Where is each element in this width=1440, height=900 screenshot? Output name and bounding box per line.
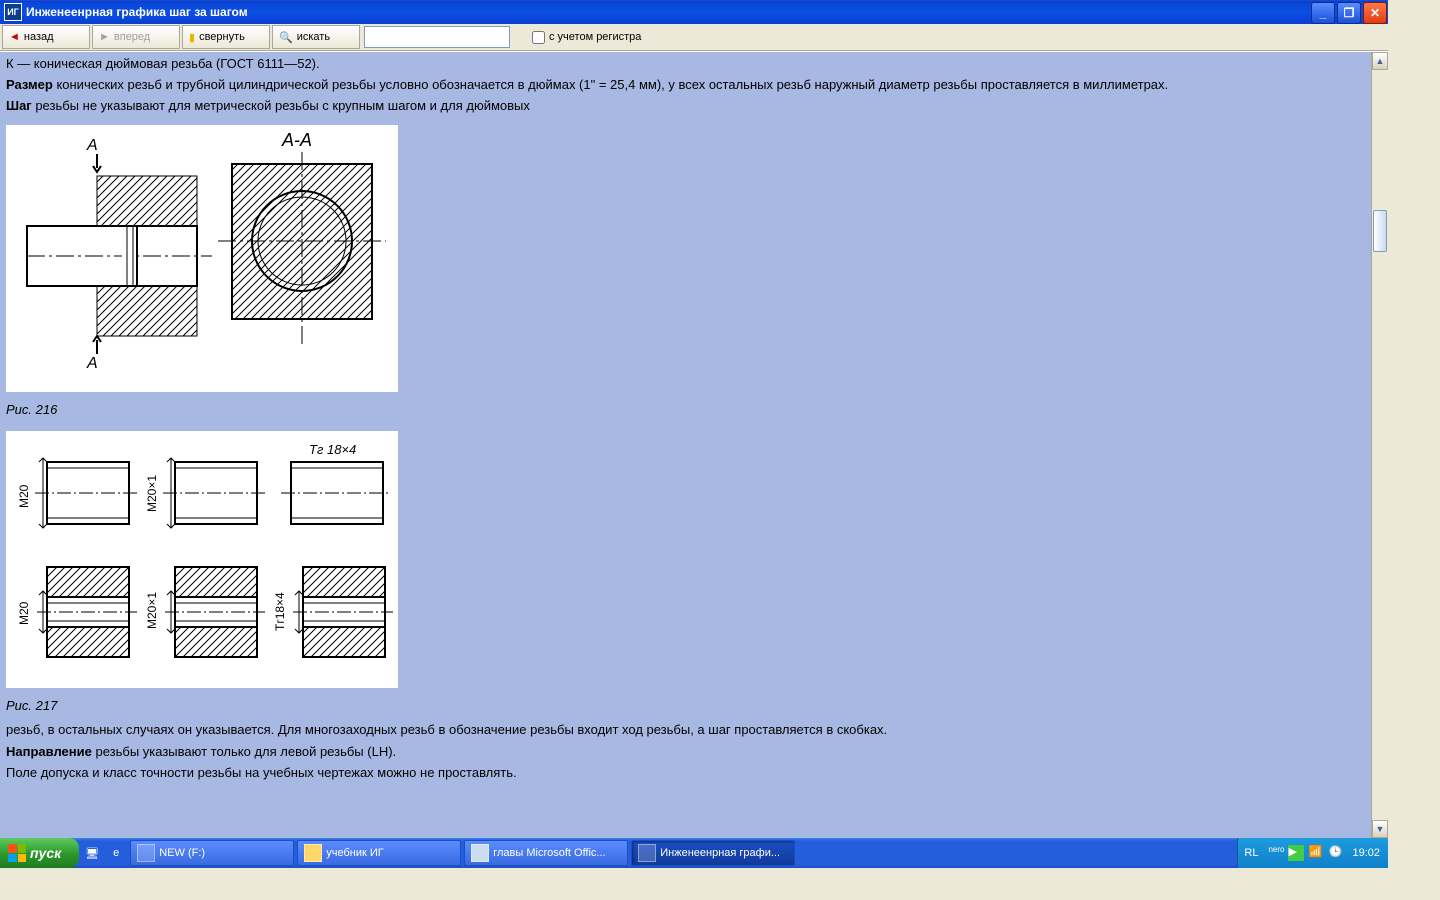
search-icon: 🔍 [279,31,293,44]
section-arrow-label: A [86,355,98,372]
quicklaunch-desktop-icon[interactable]: 🖥 [81,842,103,864]
back-arrow-icon: ◄ [9,31,20,43]
figure-caption: Рис. 216 [6,401,1366,419]
document-content: К — коническая дюймовая резьба (ГОСТ 611… [0,52,1372,838]
tray-volume-icon[interactable]: 🕒 [1328,845,1344,861]
language-indicator[interactable]: RL [1244,847,1258,859]
word-icon [471,844,489,862]
search-button[interactable]: 🔍искать [272,25,360,49]
app-icon: ИГ [4,3,22,21]
text-paragraph: Направление резьбы указывают только для … [6,743,1366,761]
taskbar-item[interactable]: учебник ИГ [297,840,461,866]
figure-217: M20 M20×1 Тг 18×4 [6,431,398,688]
svg-text:M20: M20 [17,601,31,625]
section-arrow-label: A [86,137,98,154]
clock[interactable]: 19:02 [1352,847,1380,859]
window-title: Инженеенрная графика шаг за шагом [26,5,1310,19]
titlebar: ИГ Инженеенрная графика шаг за шагом _ ❐… [0,0,1388,24]
text-paragraph: резьб, в остальных случаях он указываетс… [6,721,1366,739]
scroll-down-button[interactable]: ▼ [1372,820,1388,838]
scroll-up-button[interactable]: ▲ [1372,52,1388,70]
quicklaunch-browser-icon[interactable]: e [105,842,127,864]
collapse-icon: ▮ [189,31,195,44]
app-icon [638,844,656,862]
forward-arrow-icon: ► [99,31,110,43]
start-button[interactable]: пуск [0,838,79,868]
taskbar-item[interactable]: NEW (F:) [130,840,294,866]
forward-button[interactable]: ►вперед [92,25,180,49]
vertical-scrollbar[interactable]: ▲ ▼ [1371,52,1388,838]
svg-text:M20×1: M20×1 [145,592,159,629]
section-label: A-A [281,130,312,150]
text-paragraph: Шаг резьбы не указывают для метрической … [6,97,1366,115]
text-line: К — коническая дюймовая резьба (ГОСТ 611… [6,55,1366,73]
tray-nero-icon[interactable]: nero [1268,845,1284,861]
tray-network-icon[interactable]: 📶 [1308,845,1324,861]
scroll-track[interactable] [1372,70,1388,820]
toolbar: ◄назад ►вперед ▮свернуть 🔍искать с учето… [0,24,1388,51]
taskbar-item[interactable]: главы Microsoft Offic... [464,840,628,866]
taskbar-item[interactable]: Инженеенрная графи... [631,840,795,866]
svg-text:M20: M20 [17,484,31,508]
text-paragraph: Размер конических резьб и трубной цилинд… [6,76,1366,94]
app-icon [137,844,155,862]
tray-icon[interactable]: ▶ [1288,845,1304,861]
svg-text:M20×1: M20×1 [145,475,159,512]
back-button[interactable]: ◄назад [2,25,90,49]
taskbar: пуск 🖥 e NEW (F:) учебник ИГ главы Micro… [0,838,1388,868]
minimize-button[interactable]: _ [1311,2,1335,24]
svg-text:Тг 18×4: Тг 18×4 [309,442,356,457]
figure-216: A A [6,125,398,392]
case-sensitive-checkbox[interactable] [532,31,545,44]
collapse-button[interactable]: ▮свернуть [182,25,270,49]
close-button[interactable]: ✕ [1363,2,1387,24]
svg-text:Тг18×4: Тг18×4 [273,592,287,631]
search-input[interactable] [364,26,510,48]
case-sensitive-option[interactable]: с учетом регистра [528,28,641,47]
windows-logo-icon [8,844,26,862]
scroll-thumb[interactable] [1373,210,1387,252]
figure-caption: Рис. 217 [6,697,1366,715]
text-paragraph: Поле допуска и класс точности резьбы на … [6,764,1366,782]
maximize-button[interactable]: ❐ [1337,2,1361,24]
system-tray: RL nero ▶ 📶 🕒 19:02 [1237,838,1388,868]
folder-icon [304,844,322,862]
